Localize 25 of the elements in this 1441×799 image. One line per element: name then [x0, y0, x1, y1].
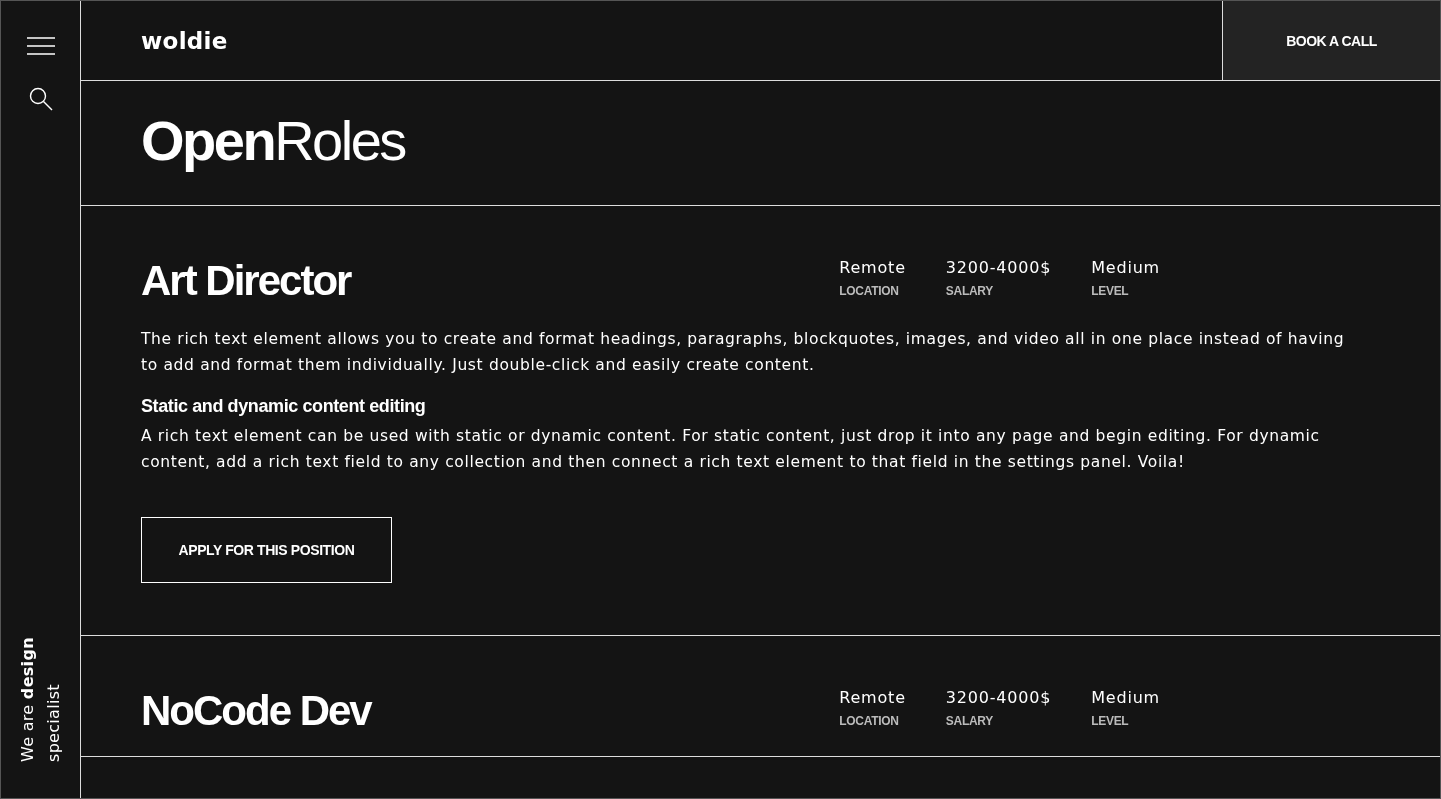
search-icon	[28, 87, 53, 111]
role-intro: The rich text element allows you to create and format headings, paragraphs, blockquotes, images, and video all in one place instead of having to add and format them individually. Just double-click and easily create content.	[141, 329, 1346, 376]
meta-value: 3200-4000$	[945, 258, 1052, 277]
apply-button[interactable]: APPLY FOR THIS POSITION	[141, 517, 392, 583]
meta-label: LOCATION	[839, 284, 899, 298]
logo[interactable]: woldie	[141, 27, 228, 54]
search-button[interactable]	[28, 87, 53, 111]
content-subheading: Static and dynamic content editing	[141, 396, 427, 417]
meta-value: Remote	[839, 258, 906, 277]
role-title: Art Director	[141, 256, 352, 306]
meta-value: Remote	[839, 688, 906, 707]
book-call-button[interactable]: BOOK A CALL	[1222, 1, 1440, 80]
menu-button[interactable]	[26, 37, 55, 55]
role-description: A rich text element can be used with static or dynamic content. For static content, just drop it into any page and begin editing. For dynamic content, add a rich text field to any collection and then connect a rich text element to that field in the settings panel. Voila!	[141, 426, 1321, 473]
meta-label: LEVEL	[1091, 714, 1129, 728]
meta-label: LEVEL	[1091, 284, 1129, 298]
meta-value: 3200-4000$	[945, 688, 1052, 707]
meta-value: Medium	[1091, 258, 1160, 277]
meta-label: SALARY	[945, 284, 993, 298]
meta-label: LOCATION	[839, 714, 899, 728]
menu-icon	[26, 37, 55, 55]
role-title: NoCode Dev	[141, 686, 373, 736]
meta-value: Medium	[1091, 688, 1160, 707]
meta-label: SALARY	[945, 714, 993, 728]
page-title: OpenRoles	[141, 107, 405, 174]
